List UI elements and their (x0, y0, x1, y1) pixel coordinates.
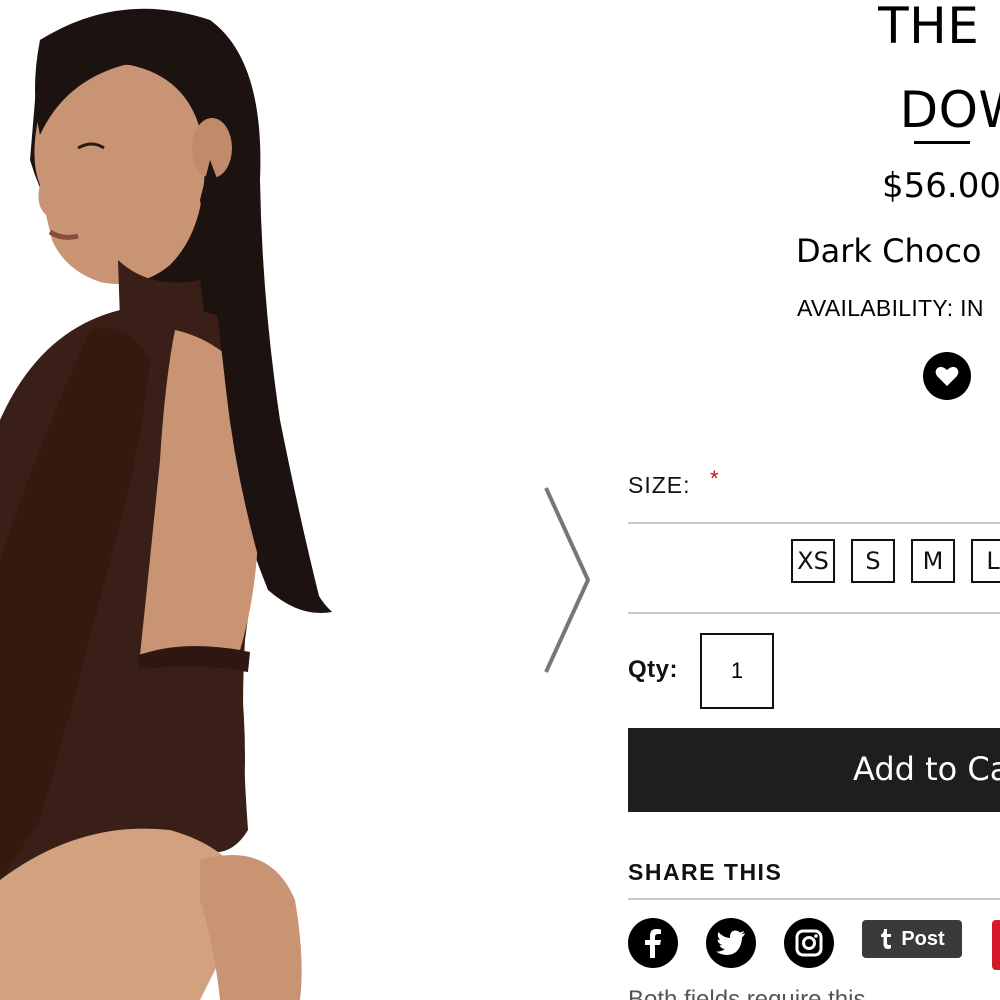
size-label: SIZE: (628, 472, 691, 498)
heart-icon (935, 366, 959, 386)
product-info: THE NW HO DOWN BO $56.00 Dark Choco AVAI… (628, 0, 1000, 1000)
product-image (0, 0, 600, 1000)
instagram-icon (795, 929, 823, 957)
facebook-icon (645, 929, 661, 958)
form-footnote: Both fields require this (628, 986, 866, 1000)
quantity-input[interactable] (700, 633, 774, 709)
next-image-arrow[interactable] (538, 480, 598, 680)
size-options: XS S M L (791, 539, 1000, 583)
divider (628, 898, 1000, 900)
quantity-label: Qty: (628, 656, 678, 683)
add-to-cart-button[interactable]: Add to Ca (628, 728, 1000, 812)
share-label: SHARE THIS (628, 859, 783, 885)
wishlist-button[interactable] (923, 352, 971, 400)
model-photo (0, 8, 332, 1000)
twitter-share-button[interactable] (706, 918, 756, 968)
size-option-m[interactable]: M (911, 539, 955, 583)
twitter-icon (716, 930, 745, 955)
tumblr-icon (881, 929, 892, 949)
title-underline (914, 141, 970, 144)
availability-status: AVAILABILITY: IN (797, 295, 984, 321)
product-title: THE NW HO DOWN BO (628, 0, 1000, 150)
add-to-cart-label: Add to Ca (853, 750, 1000, 788)
product-title-line-2: DOWN BO (899, 81, 1000, 139)
tumblr-post-label: Post (901, 927, 945, 950)
product-color: Dark Choco (796, 232, 982, 270)
instagram-share-button[interactable] (784, 918, 834, 968)
pinterest-icon[interactable] (992, 920, 1000, 970)
facebook-share-button[interactable] (628, 918, 678, 968)
size-option-xs[interactable]: XS (791, 539, 835, 583)
divider (628, 522, 1000, 524)
divider (628, 612, 1000, 614)
chevron-right-icon (544, 487, 591, 673)
required-marker: * (710, 466, 719, 491)
product-price: $56.00 (882, 166, 1000, 206)
product-title-line-1: THE NW HO (878, 0, 1000, 55)
tumblr-share-button[interactable]: Post (862, 920, 962, 958)
size-option-s[interactable]: S (851, 539, 895, 583)
size-option-l[interactable]: L (971, 539, 1000, 583)
